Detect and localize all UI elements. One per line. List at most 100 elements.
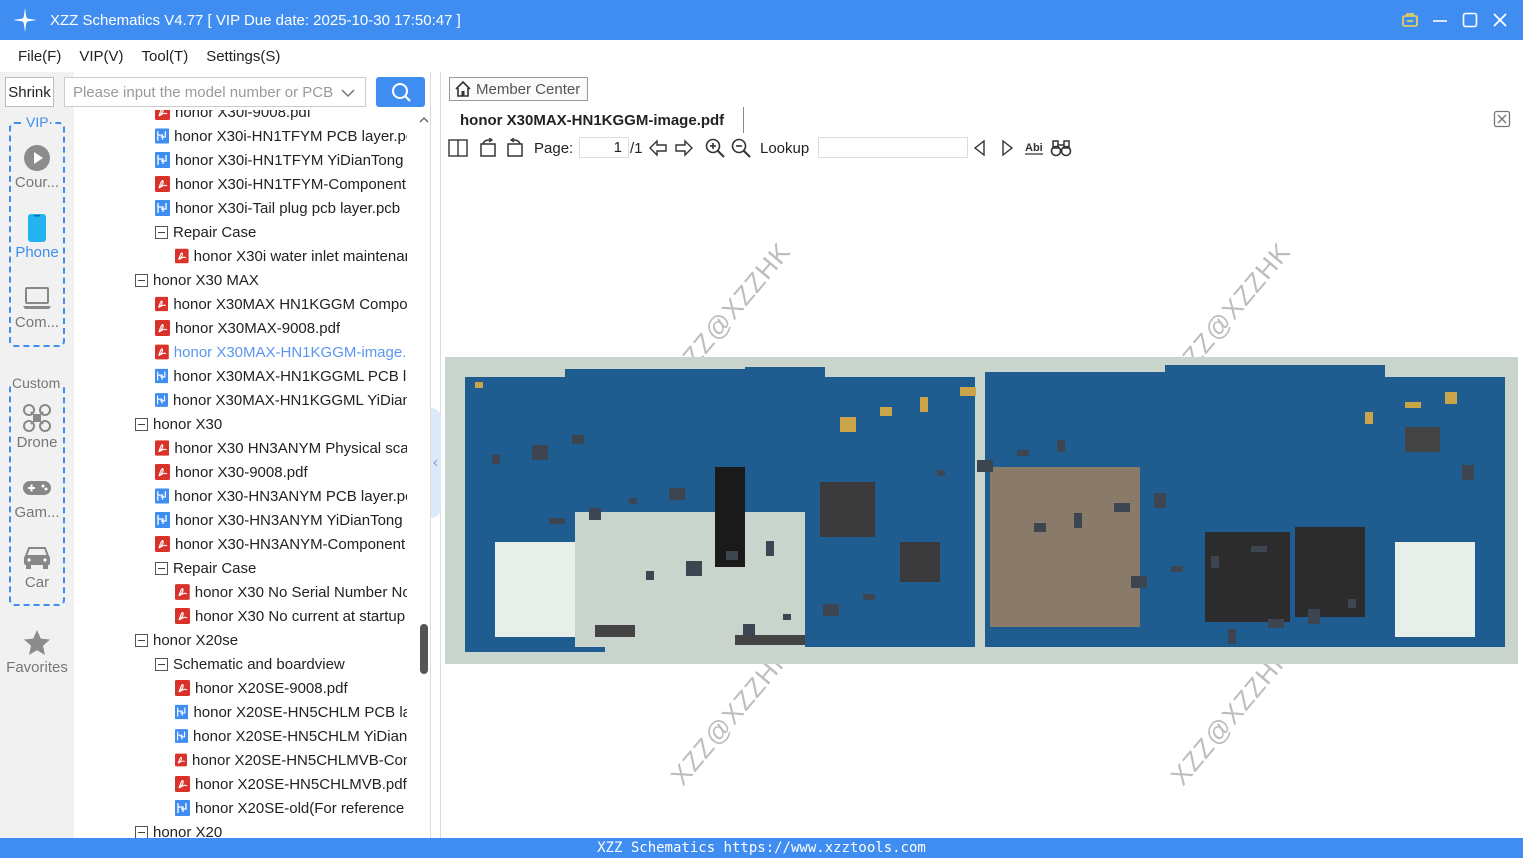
tree-file[interactable]: honor X20SE-HN5CHLMVB.pdf [175,772,407,796]
zoom-in-icon [705,138,725,158]
vip-badge-icon[interactable] [1399,6,1421,34]
zoom-in-button[interactable] [705,138,725,158]
tree-file[interactable]: honor X20SE-HN5CHLM YiDianTong [175,724,407,748]
menu-settings[interactable]: Settings(S) [198,48,288,65]
find-prev-button[interactable] [972,138,988,158]
panel-splitter[interactable] [430,72,441,838]
search-button[interactable] [376,77,425,107]
collapse-toggle-icon[interactable] [155,561,168,575]
pcb-file-icon [175,704,189,720]
tree-file[interactable]: honor X30MAX HN1KGGM Component [155,292,407,316]
pcb-component [1405,402,1421,408]
rotate-left-button[interactable] [478,138,498,158]
tree-file[interactable]: honor X30-HN3ANYM YiDianTong [155,508,407,532]
tree-file[interactable]: honor X30i-Tail plug pcb layer.pcb [155,196,407,220]
tree-file[interactable]: honor X30 HN3ANYM Physical scan [155,436,407,460]
tree-folder[interactable]: honor X30 MAX [135,268,407,292]
nav-car-label: Car [24,574,50,591]
tree-file[interactable]: honor X30i water inlet maintenance [175,244,407,268]
gamepad-icon [23,481,51,495]
match-case-button[interactable]: Abi [1024,138,1044,158]
tree-file[interactable]: honor X30MAX-HN1KGGML PCB layer [155,364,407,388]
tree-folder[interactable]: Repair Case [155,556,407,580]
collapse-toggle-icon[interactable] [135,825,148,838]
pcb-component [475,382,483,388]
nav-game[interactable]: Gam... [0,473,74,521]
menu-file[interactable]: File(F) [10,48,69,65]
document-canvas[interactable]: XZZ@XZZHK XZZ@XZZHK XZZ@XZZHK XZZ@XZZHK [441,163,1523,838]
model-search-input[interactable]: Please input the model number or PCB [64,77,366,107]
tree-file[interactable]: honor X20SE-HN5CHLM PCB layer [175,700,407,724]
pcb-ic-2 [900,542,940,582]
tree-file[interactable]: honor X30-HN3ANYM PCB layer.pcb [155,484,407,508]
nav-favorites[interactable]: Favorites [0,628,74,676]
collapse-toggle-icon[interactable] [135,273,148,287]
find-all-button[interactable] [1050,138,1072,158]
nav-courses[interactable]: Cour... [0,143,74,191]
close-tab-icon[interactable] [1493,110,1511,128]
tree-folder[interactable]: Schematic and boardview [155,652,407,676]
chevron-down-icon[interactable] [341,84,355,100]
tree-file[interactable]: honor X30MAX-HN1KGGM-image.pdf [155,340,407,364]
collapse-toggle-icon[interactable] [135,417,148,431]
tree-file[interactable]: honor X30i-HN1TFYM-Component [155,172,407,196]
tree-file[interactable]: honor X30-9008.pdf [155,460,407,484]
triangle-left-icon [973,139,985,157]
tree-file[interactable]: honor X20SE-old(For reference [175,796,407,820]
tree-folder[interactable]: honor X30 [135,412,407,436]
tree-file[interactable]: honor X30 No current at startup [175,604,407,628]
minimize-button[interactable] [1429,6,1451,34]
tree-file[interactable]: honor X30MAX-HN1KGGML YiDianTong [155,388,407,412]
tree-item-label: Repair Case [173,223,257,241]
chevron-left-icon [433,459,438,467]
tree-scrollbar-thumb[interactable] [420,624,428,674]
tree-file[interactable]: honor X30 No Serial Number No [175,580,407,604]
rotate-right-button[interactable] [505,138,525,158]
phone-icon [28,214,46,242]
tree-file[interactable]: honor X30i-9008.pdf [155,110,407,124]
tree-file[interactable]: honor X30i-HN1TFYM YiDianTong [155,148,407,172]
tree-folder[interactable]: Repair Case [155,220,407,244]
nav-computer[interactable]: Com... [0,283,74,331]
tree-scrollbar[interactable] [418,110,430,838]
pdf-file-icon [175,608,190,624]
tree-file[interactable]: honor X20SE-HN5CHLMVB-Component [175,748,407,772]
pcb-component [589,508,601,520]
pcb-component [937,470,945,476]
document-tab[interactable]: honor X30MAX-HN1KGGM-image.pdf [448,107,744,133]
nav-car[interactable]: Car [0,543,74,591]
tree-file[interactable]: honor X20SE-9008.pdf [175,676,407,700]
menu-tool[interactable]: Tool(T) [134,48,197,65]
collapse-toggle-icon[interactable] [155,225,168,239]
collapse-toggle-icon[interactable] [135,633,148,647]
tree-file[interactable]: honor X30-HN3ANYM-Component [155,532,407,556]
menu-vip[interactable]: VIP(V) [71,48,131,65]
maximize-button[interactable] [1459,6,1481,34]
nav-drone[interactable]: Drone [0,403,74,451]
pcb-component [783,614,791,620]
shrink-button[interactable]: Shrink [5,77,54,107]
tree-file[interactable]: honor X30MAX-9008.pdf [155,316,407,340]
scroll-up-icon[interactable] [418,114,430,126]
tree-file[interactable]: honor X30i-HN1TFYM PCB layer.pcb [155,124,407,148]
nav-phone[interactable]: Phone [0,213,74,261]
find-next-button[interactable] [999,138,1015,158]
tree-folder[interactable]: honor X20 [135,820,407,838]
pcb-flex-conn-2 [735,635,805,645]
prev-page-button[interactable] [648,138,668,158]
splitter-handle[interactable] [431,408,441,518]
lookup-input[interactable] [818,137,968,158]
zoom-out-icon [731,138,751,158]
tree-item-label: honor X20SE-9008.pdf [195,679,348,697]
tree-folder[interactable]: honor X20se [135,628,407,652]
pcb-flex-conn-3 [1405,427,1440,452]
toggle-sidebar-button[interactable] [448,138,468,158]
page-number-input[interactable]: 1 [579,137,629,158]
member-center-button[interactable]: Member Center [449,77,588,101]
tree-item-label: honor X30-HN3ANYM-Component [175,535,406,553]
pdf-file-icon [155,344,169,360]
collapse-toggle-icon[interactable] [155,657,168,671]
next-page-button[interactable] [674,138,694,158]
close-button[interactable] [1489,6,1511,34]
zoom-out-button[interactable] [731,138,751,158]
